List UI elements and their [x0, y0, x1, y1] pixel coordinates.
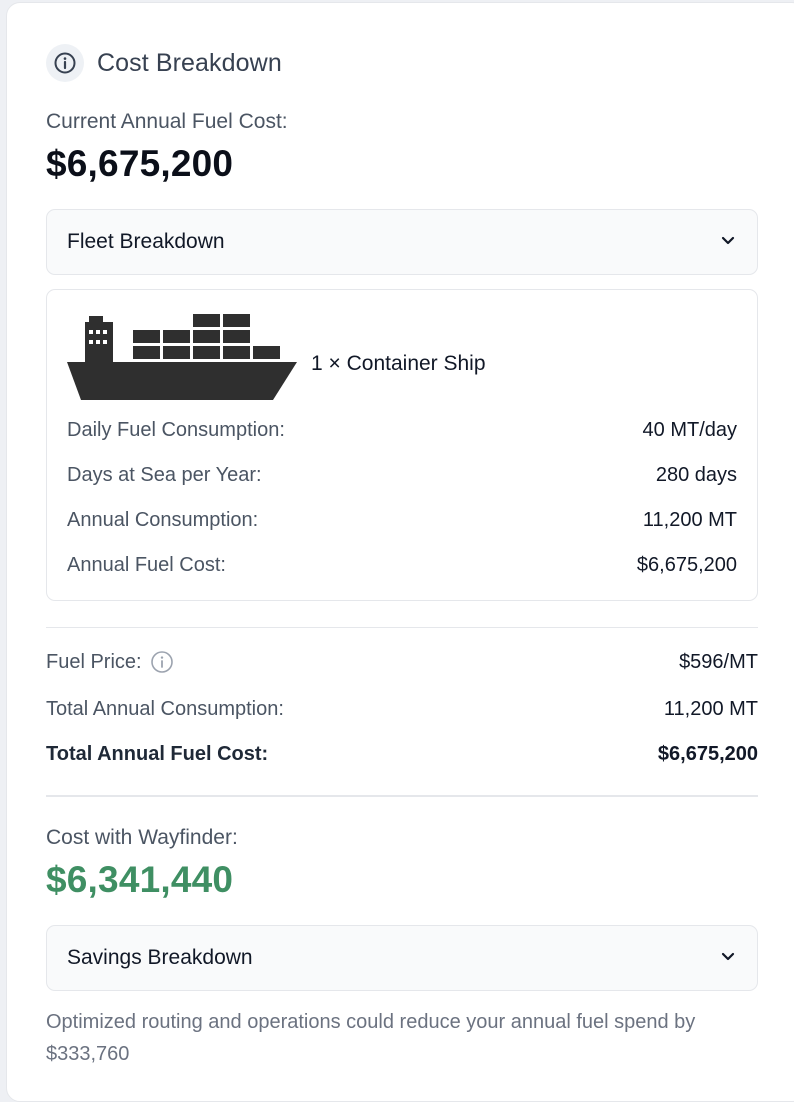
row-label: Days at Sea per Year:: [67, 463, 262, 486]
total-consumption-row: Total Annual Consumption: 11,200 MT: [46, 694, 758, 724]
ship-row-days-at-sea: Days at Sea per Year: 280 days: [67, 460, 737, 490]
container-ship-icon: [67, 310, 297, 407]
row-label: Daily Fuel Consumption:: [67, 418, 285, 441]
info-icon[interactable]: [150, 650, 174, 674]
total-cost-value: $6,675,200: [657, 742, 758, 765]
row-value: 280 days: [655, 463, 737, 486]
current-cost-value: $6,675,200: [46, 143, 234, 184]
fuel-price-label-wrap: Fuel Price:: [46, 650, 174, 674]
row-value: $6,675,200: [636, 553, 737, 576]
chevron-down-icon: [719, 231, 737, 254]
divider: [46, 627, 758, 628]
cost-breakdown-card: Cost Breakdown Current Annual Fuel Cost:…: [6, 2, 794, 1102]
ship-row-annual-fuel-cost: Annual Fuel Cost: $6,675,200: [67, 550, 737, 580]
wayfinder-cost-label: Cost with Wayfinder:: [46, 826, 238, 849]
fleet-breakdown-accordion[interactable]: Fleet Breakdown: [46, 209, 758, 275]
savings-breakdown-accordion[interactable]: Savings Breakdown: [46, 925, 758, 991]
fuel-price-value: $596/MT: [679, 650, 758, 673]
row-value: 11,200 MT: [642, 508, 737, 531]
wayfinder-cost-value: $6,341,440: [46, 859, 234, 900]
info-icon: [46, 44, 84, 82]
page-title: Cost Breakdown: [97, 48, 282, 77]
divider: [46, 795, 758, 797]
ship-row-annual-consumption: Annual Consumption: 11,200 MT: [67, 505, 737, 535]
savings-breakdown-label: Savings Breakdown: [67, 946, 253, 969]
row-label: Annual Fuel Cost:: [67, 553, 226, 576]
current-cost-label: Current Annual Fuel Cost:: [46, 110, 288, 133]
card-header: Cost Breakdown: [46, 41, 758, 85]
fuel-price-label: Fuel Price:: [46, 650, 142, 673]
total-cost-label: Total Annual Fuel Cost:: [46, 742, 269, 765]
row-label: Annual Consumption:: [67, 508, 259, 531]
total-cost-row: Total Annual Fuel Cost: $6,675,200: [46, 739, 758, 769]
total-consumption-value: 11,200 MT: [663, 697, 758, 720]
ship-title: 1 × Container Ship: [311, 351, 486, 375]
chevron-down-icon: [719, 947, 737, 970]
fuel-price-row: Fuel Price: $596/MT: [46, 647, 758, 677]
ship-row-daily-consumption: Daily Fuel Consumption: 40 MT/day: [67, 415, 737, 445]
ship-card: 1 × Container Ship Daily Fuel Consumptio…: [46, 289, 758, 601]
row-value: 40 MT/day: [642, 418, 737, 441]
ship-header: 1 × Container Ship: [67, 310, 486, 407]
fleet-breakdown-label: Fleet Breakdown: [67, 230, 225, 253]
savings-note: Optimized routing and operations could r…: [46, 1011, 696, 1065]
total-consumption-label: Total Annual Consumption:: [46, 697, 284, 720]
